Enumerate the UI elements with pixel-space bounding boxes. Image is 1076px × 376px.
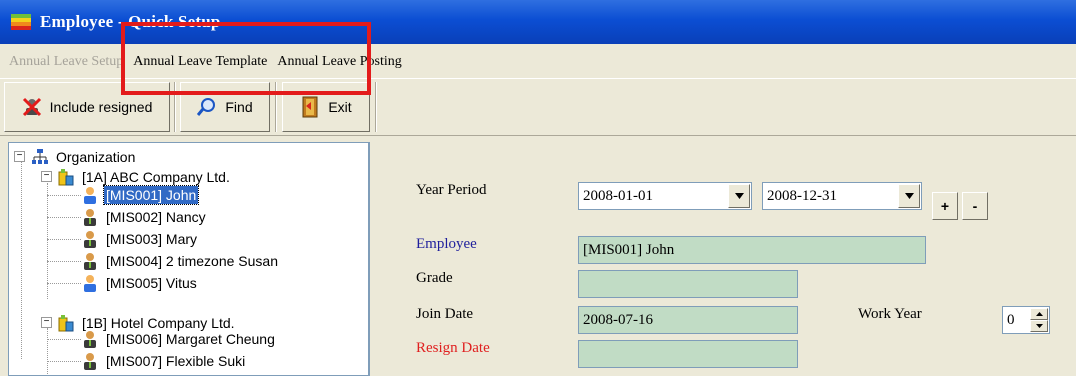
employee-person-icon [84,209,96,226]
company-building-icon [58,315,74,332]
tree-node-employee[interactable]: [MIS007] Flexible Suki [81,350,247,372]
employee-value: [MIS001] John [583,241,675,258]
join-date-value: 2008-07-16 [583,311,653,328]
expander-company-1a[interactable]: − [41,171,52,182]
year-minus-button[interactable]: - [962,192,988,220]
tree-node-employee[interactable]: [MIS004] 2 timezone Susan [81,250,280,272]
tree-node-label: [MIS002] Nancy [106,209,206,225]
app-icon [11,14,31,30]
window-title: Employee - Quick Setup [40,12,221,31]
grade-field [578,270,798,298]
grade-label: Grade [416,270,453,286]
resign-date-label: Resign Date [416,340,490,356]
tree-node-root[interactable]: Organization [31,146,137,168]
join-date-label: Join Date [416,306,474,322]
tree-node-label: [MIS007] Flexible Suki [106,353,246,369]
employee-person-icon [84,187,96,204]
include-resigned-label: Include resigned [49,99,153,115]
chevron-down-icon[interactable] [728,184,750,208]
year-period-label: Year Period [416,182,487,198]
employee-person-icon [84,275,96,292]
organization-chart-icon [32,149,48,164]
magnifier-icon [197,98,216,116]
title-bar: Employee - Quick Setup [0,0,1076,44]
resigned-person-icon [22,97,41,117]
year-end-select[interactable]: 2008-12-31 [762,182,922,210]
chevron-down-icon[interactable] [898,184,920,208]
tree-node-label: [MIS006] Margaret Cheung [106,331,275,347]
year-end-value: 2008-12-31 [767,187,837,204]
menu-bar: Annual Leave Setup Annual Leave Template… [0,48,1076,76]
tree-node-employee[interactable]: [MIS001] John [81,184,200,206]
find-button[interactable]: Find [180,82,270,132]
exit-button[interactable]: Exit [282,82,370,132]
toolbar: Include resigned Find Exit [0,78,1076,136]
include-resigned-button[interactable]: Include resigned [4,82,170,132]
spin-down-icon[interactable] [1030,320,1048,332]
find-label: Find [225,99,253,115]
resign-date-field [578,340,798,368]
employee-person-icon [84,231,96,248]
tree-node-employee[interactable]: [MIS003] Mary [81,228,199,250]
company-building-icon [58,169,74,186]
tree-node-label: [MIS003] Mary [106,231,198,247]
employee-person-icon [84,253,96,270]
tree-node-label: [MIS001] John [102,185,200,205]
employee-person-icon [84,331,96,348]
year-start-value: 2008-01-01 [583,187,653,204]
employee-form: Year Period 2008-01-01 2008-12-31 + - Em… [376,142,1076,376]
join-date-field: 2008-07-16 [578,306,798,334]
employee-label: Employee [416,236,477,252]
menu-annual-leave-posting[interactable]: Annual Leave Posting [272,52,406,72]
spin-up-icon[interactable] [1030,308,1048,320]
exit-door-icon [302,96,318,118]
tree-node-label: [MIS005] Vitus [106,275,197,291]
organization-tree[interactable]: − Organization − [1A] ABC Company Ltd. [… [8,142,370,376]
year-start-select[interactable]: 2008-01-01 [578,182,752,210]
employee-field: [MIS001] John [578,236,926,264]
work-year-label: Work Year [858,306,922,322]
exit-label: Exit [328,99,352,115]
work-year-spinner[interactable]: 0 [1002,306,1050,334]
work-year-value: 0 [1007,311,1015,328]
tree-node-employee[interactable]: [MIS002] Nancy [81,206,208,228]
year-plus-button[interactable]: + [932,192,958,220]
tree-node-employee[interactable]: [MIS005] Vitus [81,272,199,294]
tree-node-employee[interactable]: [MIS006] Margaret Cheung [81,328,277,350]
expander-root[interactable]: − [14,151,25,162]
tree-node-label: [MIS004] 2 timezone Susan [106,253,278,269]
menu-annual-leave-setup[interactable]: Annual Leave Setup [4,52,128,72]
menu-annual-leave-template[interactable]: Annual Leave Template [128,52,272,72]
expander-company-1b[interactable]: − [41,317,52,328]
employee-person-icon [84,353,96,370]
tree-node-label: Organization [56,149,136,165]
